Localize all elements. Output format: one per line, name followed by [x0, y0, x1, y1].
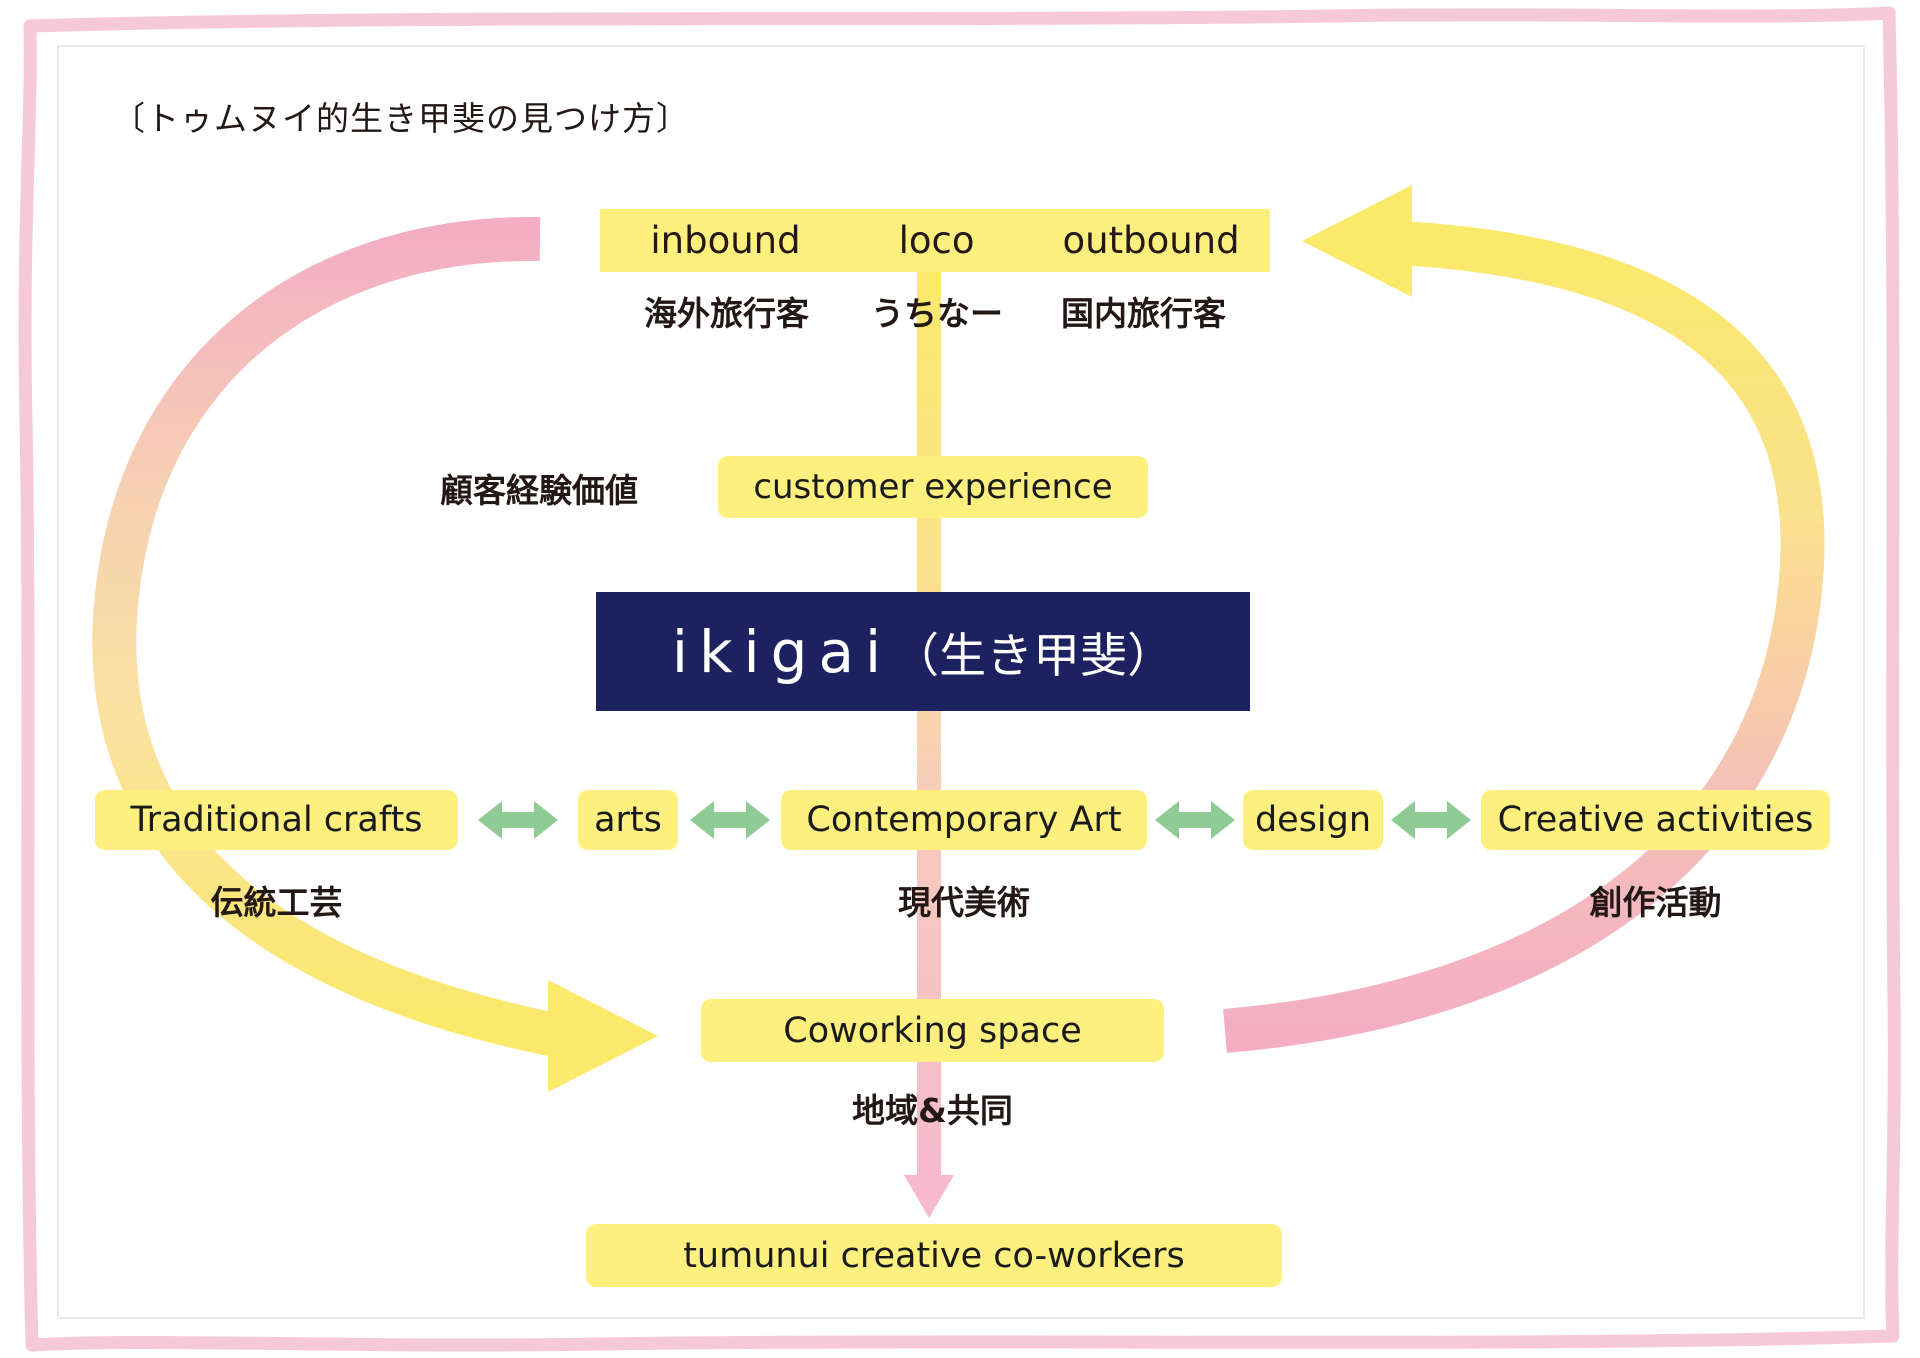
diagram-canvas: 〔トゥムヌイ的生き甲斐の見つけ方〕 inbound loco outbound …	[0, 0, 1920, 1358]
customer-experience-jp-label: 顧客経験価値	[440, 471, 638, 510]
node-creative-activities: Creative activities	[1481, 790, 1830, 850]
node-traditional-crafts: Traditional crafts	[95, 790, 458, 850]
node-creative-activities-jp: 創作活動	[1589, 883, 1722, 922]
top-item-loco-jp: うちなー	[871, 294, 1003, 333]
customer-experience-chip: customer experience	[718, 456, 1148, 518]
node-traditional-crafts-jp: 伝統工芸	[210, 883, 343, 922]
bottom-outcome-chip: tumunui creative co-workers	[586, 1224, 1282, 1287]
coworking-space-chip: Coworking space	[701, 999, 1164, 1062]
coworking-space-jp-label: 地域&共同	[852, 1091, 1013, 1130]
node-arts: arts	[578, 790, 678, 850]
node-contemporary-art-jp: 現代美術	[898, 883, 1030, 922]
ikigai-kana-label: （生き甲斐）	[892, 629, 1175, 684]
page-title: 〔トゥムヌイ的生き甲斐の見つけ方〕	[112, 99, 690, 138]
top-item-outbound-label: outbound	[1062, 219, 1240, 262]
top-item-inbound-label: inbound	[650, 219, 801, 262]
top-item-loco-label: loco	[898, 219, 975, 262]
top-audience-jp-row: 海外旅行客 うちなー 国内旅行客	[580, 286, 1280, 336]
top-audience-banner: inbound loco outbound	[600, 209, 1270, 272]
top-item-inbound-jp: 海外旅行客	[644, 294, 809, 333]
node-design: design	[1243, 790, 1383, 850]
ikigai-roman-label: ikigai	[671, 617, 893, 686]
ikigai-center-box: ikigai （生き甲斐）	[596, 592, 1250, 711]
top-item-outbound-jp: 国内旅行客	[1061, 294, 1226, 333]
node-contemporary-art: Contemporary Art	[781, 790, 1147, 850]
